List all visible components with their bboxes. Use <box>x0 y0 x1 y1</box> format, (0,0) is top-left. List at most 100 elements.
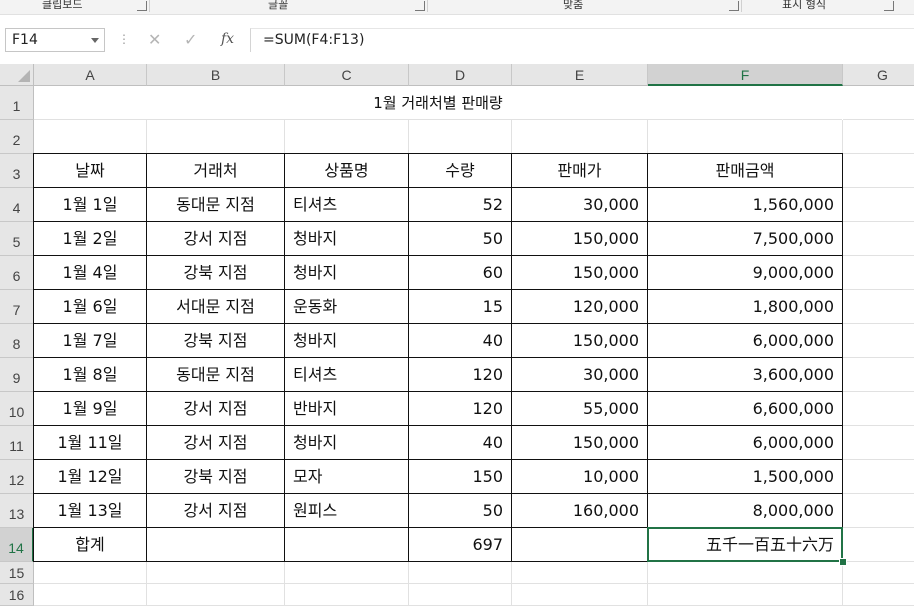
table-cell[interactable]: 반바지 <box>285 392 409 426</box>
table-header-cell[interactable]: 판매금액 <box>648 154 843 188</box>
grid-cell[interactable] <box>843 392 914 426</box>
table-cell[interactable]: 1월 7일 <box>34 324 147 358</box>
table-cell[interactable]: 동대문 지점 <box>147 188 285 222</box>
grid-cell[interactable] <box>648 584 843 606</box>
table-cell[interactable]: 강북 지점 <box>147 460 285 494</box>
table-cell[interactable]: 8,000,000 <box>648 494 843 528</box>
row-header-1[interactable]: 1 <box>0 86 34 120</box>
table-cell[interactable]: 50 <box>409 494 512 528</box>
row-header-2[interactable]: 2 <box>0 120 34 154</box>
table-cell[interactable]: 강서 지점 <box>147 222 285 256</box>
grid-cell[interactable] <box>843 290 914 324</box>
grid-cell[interactable] <box>147 562 285 584</box>
formula-input[interactable]: =SUM(F4:F13) <box>250 28 914 52</box>
table-cell[interactable]: 청바지 <box>285 222 409 256</box>
table-cell[interactable]: 52 <box>409 188 512 222</box>
row-header-14[interactable]: 14 <box>0 528 34 562</box>
grid-cell[interactable] <box>147 120 285 154</box>
column-header-a[interactable]: A <box>34 64 147 86</box>
grid-cell[interactable] <box>843 222 914 256</box>
table-cell[interactable]: 150,000 <box>512 222 648 256</box>
table-cell[interactable]: 1월 13일 <box>34 494 147 528</box>
table-header-cell[interactable]: 날짜 <box>34 154 147 188</box>
grid-cell[interactable] <box>843 256 914 290</box>
grid-cell[interactable] <box>843 154 914 188</box>
row-header-13[interactable]: 13 <box>0 494 34 528</box>
row-header-6[interactable]: 6 <box>0 256 34 290</box>
table-cell[interactable]: 1월 9일 <box>34 392 147 426</box>
table-cell[interactable]: 6,600,000 <box>648 392 843 426</box>
table-cell[interactable]: 1,500,000 <box>648 460 843 494</box>
table-cell[interactable]: 1월 6일 <box>34 290 147 324</box>
table-cell[interactable]: 3,600,000 <box>648 358 843 392</box>
total-cell[interactable] <box>285 528 409 562</box>
table-cell[interactable]: 50 <box>409 222 512 256</box>
table-cell[interactable]: 160,000 <box>512 494 648 528</box>
table-cell[interactable]: 60 <box>409 256 512 290</box>
table-cell[interactable]: 30,000 <box>512 358 648 392</box>
table-cell[interactable]: 강서 지점 <box>147 392 285 426</box>
row-header-4[interactable]: 4 <box>0 188 34 222</box>
table-cell[interactable]: 120 <box>409 358 512 392</box>
enter-icon[interactable]: ✓ <box>184 30 197 49</box>
table-header-cell[interactable]: 상품명 <box>285 154 409 188</box>
table-cell[interactable]: 1,800,000 <box>648 290 843 324</box>
grid-cell[interactable] <box>285 562 409 584</box>
column-header-b[interactable]: B <box>147 64 285 86</box>
column-header-e[interactable]: E <box>512 64 648 86</box>
total-label-cell[interactable]: 합계 <box>34 528 147 562</box>
table-cell[interactable]: 15 <box>409 290 512 324</box>
table-cell[interactable]: 1월 8일 <box>34 358 147 392</box>
grid-cell[interactable] <box>843 528 914 562</box>
grid-cell[interactable] <box>843 86 914 120</box>
table-cell[interactable]: 40 <box>409 426 512 460</box>
grid-cell[interactable] <box>34 562 147 584</box>
table-cell[interactable]: 9,000,000 <box>648 256 843 290</box>
table-cell[interactable]: 150 <box>409 460 512 494</box>
row-header-3[interactable]: 3 <box>0 154 34 188</box>
table-cell[interactable]: 운동화 <box>285 290 409 324</box>
grid-cell[interactable] <box>843 426 914 460</box>
table-cell[interactable]: 7,500,000 <box>648 222 843 256</box>
row-header-5[interactable]: 5 <box>0 222 34 256</box>
table-cell[interactable]: 강북 지점 <box>147 324 285 358</box>
table-cell[interactable]: 티셔츠 <box>285 358 409 392</box>
row-header-16[interactable]: 16 <box>0 584 34 606</box>
table-cell[interactable]: 강서 지점 <box>147 426 285 460</box>
grid-cell[interactable] <box>648 120 843 154</box>
table-cell[interactable]: 1월 12일 <box>34 460 147 494</box>
table-cell[interactable]: 모자 <box>285 460 409 494</box>
grid-cell[interactable] <box>843 584 914 606</box>
dialog-launcher-icon[interactable] <box>729 1 739 11</box>
grid-cell[interactable] <box>843 460 914 494</box>
row-header-10[interactable]: 10 <box>0 392 34 426</box>
more-options-icon[interactable]: ⋮ <box>118 32 130 46</box>
grid-cell[interactable] <box>285 120 409 154</box>
active-cell-selection[interactable] <box>647 527 843 562</box>
row-header-11[interactable]: 11 <box>0 426 34 460</box>
table-cell[interactable]: 청바지 <box>285 324 409 358</box>
row-header-15[interactable]: 15 <box>0 562 34 584</box>
table-cell[interactable]: 1월 2일 <box>34 222 147 256</box>
grid-cell[interactable] <box>512 120 648 154</box>
table-cell[interactable]: 30,000 <box>512 188 648 222</box>
name-box[interactable]: F14 <box>5 28 105 52</box>
table-header-cell[interactable]: 거래처 <box>147 154 285 188</box>
dialog-launcher-icon[interactable] <box>884 1 894 11</box>
table-cell[interactable]: 120,000 <box>512 290 648 324</box>
grid-cell[interactable] <box>648 562 843 584</box>
table-cell[interactable]: 강북 지점 <box>147 256 285 290</box>
grid-cell[interactable] <box>512 584 648 606</box>
select-all-button[interactable] <box>0 64 34 86</box>
grid-cell[interactable] <box>843 358 914 392</box>
table-cell[interactable]: 150,000 <box>512 256 648 290</box>
table-cell[interactable]: 1월 4일 <box>34 256 147 290</box>
total-cell[interactable]: 697 <box>409 528 512 562</box>
row-header-8[interactable]: 8 <box>0 324 34 358</box>
grid-cell[interactable] <box>285 584 409 606</box>
table-cell[interactable]: 청바지 <box>285 426 409 460</box>
row-header-9[interactable]: 9 <box>0 358 34 392</box>
table-cell[interactable]: 1,560,000 <box>648 188 843 222</box>
grid-cell[interactable] <box>34 584 147 606</box>
grid-cell[interactable] <box>843 562 914 584</box>
